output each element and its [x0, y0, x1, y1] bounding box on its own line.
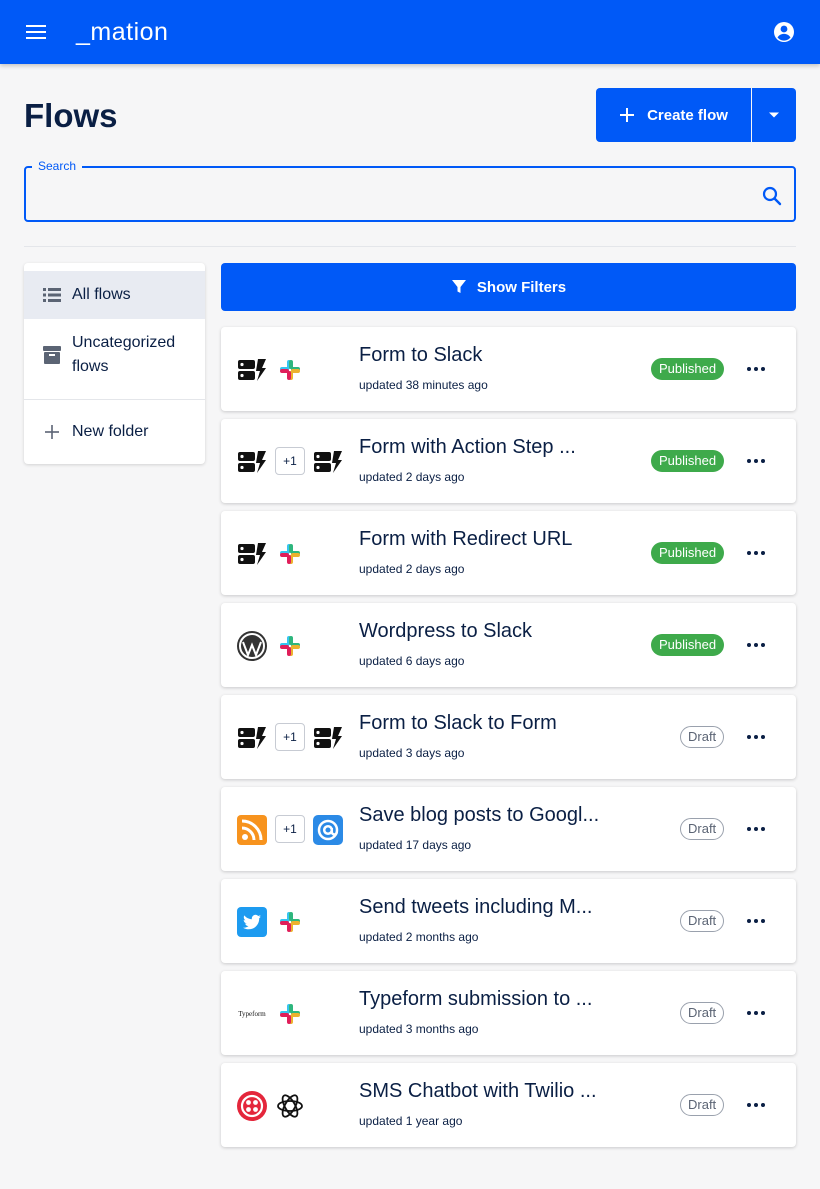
status-badge: Published: [651, 450, 725, 472]
create-flow-button[interactable]: Create flow: [596, 88, 751, 142]
flow-card[interactable]: Form with Redirect URL updated 2 days ag…: [221, 511, 796, 595]
status-badge: Published: [651, 358, 725, 380]
wordpress-icon: [237, 631, 267, 661]
typeform-icon: Typeform: [238, 1010, 266, 1018]
flow-title[interactable]: Send tweets including M...: [359, 895, 629, 919]
flow-updated: updated 3 months ago: [359, 1022, 479, 1036]
more-options-icon[interactable]: [745, 357, 767, 381]
show-filters-label: Show Filters: [476, 278, 567, 296]
flow-updated: updated 3 days ago: [359, 746, 465, 760]
flow-title[interactable]: Form to Slack to Form: [359, 711, 629, 735]
sidebar-item-uncategorized[interactable]: Uncategorized flows: [24, 327, 205, 391]
search-field[interactable]: [24, 166, 796, 222]
status-badge: Draft: [680, 910, 725, 932]
filter-icon: [451, 280, 466, 293]
more-options-icon[interactable]: [745, 1093, 767, 1117]
sidebar-item-all-flows[interactable]: All flows: [24, 271, 205, 319]
status-badge: Published: [651, 542, 725, 564]
openai-icon: [275, 1093, 305, 1119]
folder-sidebar: All flows Uncategorized flows New folder: [24, 263, 205, 464]
flow-title[interactable]: Save blog posts to Googl...: [359, 803, 629, 827]
show-filters-button[interactable]: Show Filters: [221, 263, 796, 311]
more-options-icon[interactable]: [745, 1001, 767, 1025]
new-folder-button[interactable]: New folder: [24, 408, 205, 456]
slack-icon: [275, 357, 305, 383]
page-title: Flows: [24, 97, 118, 134]
flow-updated: updated 2 days ago: [359, 562, 465, 576]
flow-updated: updated 38 minutes ago: [359, 378, 488, 392]
email-icon: [313, 815, 343, 845]
more-options-icon[interactable]: [745, 633, 767, 657]
flow-card[interactable]: Typeform Typeform submission to ... upda…: [221, 971, 796, 1055]
sidebar-item-label: New folder: [72, 423, 149, 440]
sidebar-divider: [24, 399, 205, 400]
status-badge: Draft: [680, 818, 725, 840]
flow-card[interactable]: +1 Form to Slack to Form updated 3 days …: [221, 695, 796, 779]
create-flow-label: Create flow: [647, 106, 728, 124]
flow-card[interactable]: +1 Form with Action Step ... updated 2 d…: [221, 419, 796, 503]
twitter-icon: [237, 907, 267, 937]
plus-icon: [620, 108, 635, 122]
sidebar-item-label: All flows: [72, 286, 131, 303]
flow-updated: updated 6 days ago: [359, 654, 465, 668]
flow-title[interactable]: Form with Action Step ...: [359, 435, 629, 459]
flow-title[interactable]: Wordpress to Slack: [359, 619, 629, 643]
flow-updated: updated 17 days ago: [359, 838, 472, 852]
formbot-icon: [237, 725, 267, 751]
flow-card[interactable]: SMS Chatbot with Twilio ... updated 1 ye…: [221, 1063, 796, 1147]
formbot-icon: [313, 725, 343, 751]
search-icon[interactable]: [760, 184, 784, 208]
caret-down-icon: [769, 112, 779, 118]
flow-card[interactable]: +1 Save blog posts to Googl... updated 1…: [221, 787, 796, 871]
slack-icon: [275, 541, 305, 567]
sidebar-item-label: Uncategorized flows: [72, 334, 176, 375]
slack-icon: [275, 909, 305, 935]
more-options-icon[interactable]: [745, 725, 767, 749]
flow-title[interactable]: Form with Redirect URL: [359, 527, 629, 551]
status-badge: Published: [651, 634, 725, 656]
flow-title[interactable]: SMS Chatbot with Twilio ...: [359, 1079, 629, 1103]
twilio-icon: [237, 1091, 267, 1121]
more-apps-badge: +1: [275, 723, 305, 751]
more-options-icon[interactable]: [745, 909, 767, 933]
app-bar: _mation: [0, 0, 820, 64]
flow-title[interactable]: Form to Slack: [359, 343, 629, 367]
account-icon[interactable]: [772, 20, 796, 44]
formbot-icon: [237, 541, 267, 567]
rss-icon: [237, 815, 267, 845]
formbot-icon: [237, 449, 267, 475]
create-flow-menu-button[interactable]: [752, 88, 796, 142]
slack-icon: [275, 1001, 305, 1027]
flow-card[interactable]: Wordpress to Slack updated 6 days ago Pu…: [221, 603, 796, 687]
flow-card[interactable]: Send tweets including M... updated 2 mon…: [221, 879, 796, 963]
flow-updated: updated 2 days ago: [359, 470, 465, 484]
app-logo[interactable]: _mation: [76, 16, 168, 48]
list-icon: [42, 285, 62, 305]
more-options-icon[interactable]: [745, 449, 767, 473]
more-options-icon[interactable]: [745, 817, 767, 841]
menu-icon[interactable]: [24, 20, 48, 44]
flow-updated: updated 2 months ago: [359, 930, 479, 944]
status-badge: Draft: [680, 726, 725, 748]
search-label: Search: [32, 158, 83, 174]
flow-updated: updated 1 year ago: [359, 1114, 463, 1128]
flow-title[interactable]: Typeform submission to ...: [359, 987, 629, 1011]
more-apps-badge: +1: [275, 815, 305, 843]
archive-icon: [42, 345, 62, 365]
status-badge: Draft: [680, 1002, 725, 1024]
plus-icon: [42, 422, 62, 442]
more-options-icon[interactable]: [745, 541, 767, 565]
slack-icon: [275, 633, 305, 659]
flow-card[interactable]: Form to Slack updated 38 minutes ago Pub…: [221, 327, 796, 411]
status-badge: Draft: [680, 1094, 725, 1116]
formbot-icon: [313, 449, 343, 475]
formbot-icon: [237, 357, 267, 383]
search-input[interactable]: [40, 168, 740, 220]
more-apps-badge: +1: [275, 447, 305, 475]
divider: [24, 246, 796, 247]
